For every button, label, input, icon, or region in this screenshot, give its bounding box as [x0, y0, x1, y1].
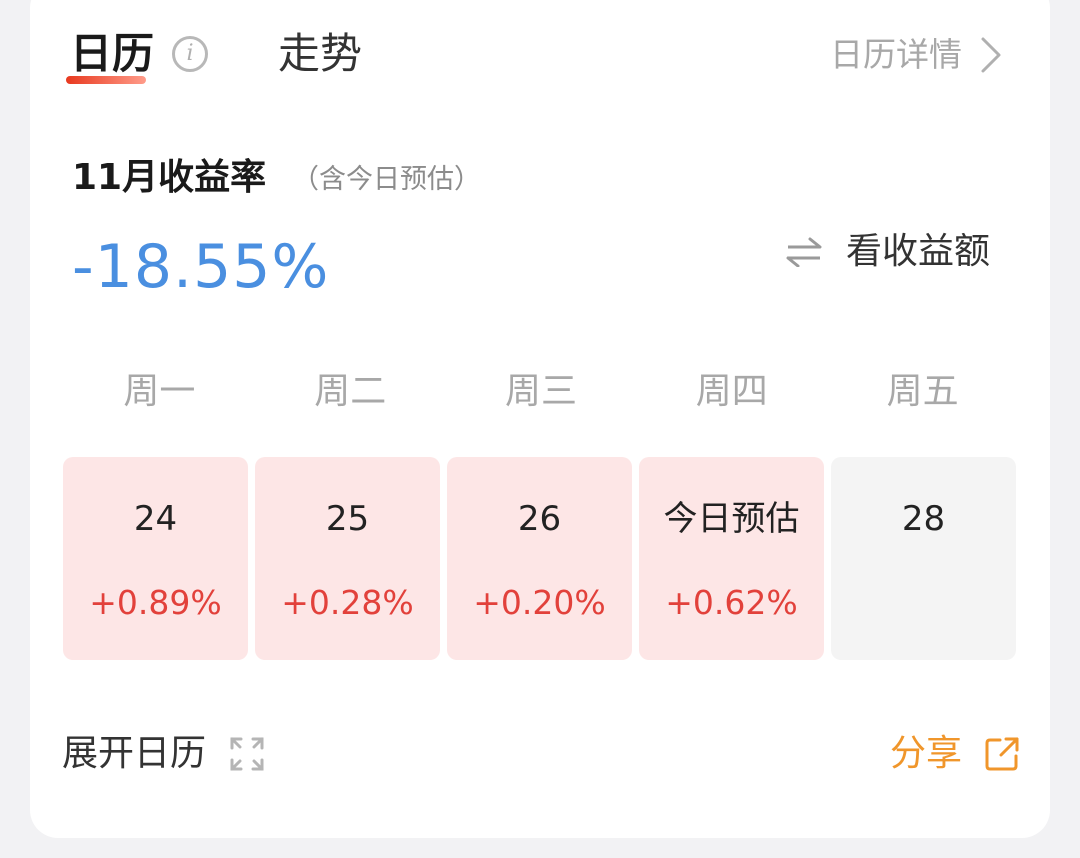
day-rate: +0.28% — [281, 583, 414, 622]
share-button[interactable]: 分享 — [890, 732, 1020, 776]
share-label: 分享 — [889, 733, 962, 774]
info-icon[interactable]: i — [172, 36, 208, 72]
tab-active-indicator — [66, 76, 146, 84]
day-cell-today[interactable]: 今日预估 +0.62% — [639, 457, 824, 660]
weekday-label: 周三 — [504, 371, 577, 412]
day-cell[interactable]: 28 — [831, 457, 1016, 660]
month-return-subtitle: （含今日预估） — [292, 164, 481, 195]
day-label: 25 — [325, 499, 370, 539]
day-label: 26 — [517, 499, 562, 539]
calendar-detail-label: 日历详情 — [830, 35, 962, 74]
weekday-label: 周二 — [314, 371, 387, 412]
tab-calendar[interactable]: 日历 — [70, 28, 154, 80]
day-label: 今日预估 — [663, 499, 800, 539]
switch-to-amount-label: 看收益额 — [845, 231, 990, 272]
tab-trend[interactable]: 走势 — [278, 28, 362, 80]
day-cell[interactable]: 25 +0.28% — [255, 457, 440, 660]
calendar-card: 日历 i 走势 日历详情 11月收益率 （含今日预估） -18.55% 看收益额… — [30, 0, 1050, 838]
day-label: 24 — [133, 499, 178, 539]
weekday-label: 周一 — [123, 371, 196, 412]
day-label: 28 — [901, 499, 946, 539]
swap-arrows-icon — [786, 237, 822, 267]
weekday-label: 周五 — [886, 371, 959, 412]
weekday-header: 周一 周二 周三 周四 周五 — [64, 370, 1018, 414]
calendar-detail-link[interactable]: 日历详情 — [830, 34, 1002, 76]
weekday-label: 周四 — [695, 371, 768, 412]
day-cells: 24 +0.89% 25 +0.28% 26 +0.20% 今日预估 +0.62… — [63, 457, 1016, 660]
chevron-right-icon — [981, 37, 1001, 73]
month-return-title: 11月收益率 — [72, 157, 267, 198]
expand-calendar-label: 展开日历 — [62, 733, 207, 774]
day-rate: +0.89% — [89, 583, 222, 622]
switch-to-amount-button[interactable]: 看收益额 — [786, 230, 990, 274]
expand-icon — [230, 737, 264, 771]
day-rate: +0.20% — [473, 583, 606, 622]
expand-calendar-button[interactable]: 展开日历 — [62, 732, 264, 776]
month-return-rate: -18.55% — [72, 232, 330, 302]
day-rate: +0.62% — [665, 583, 798, 622]
day-cell[interactable]: 24 +0.89% — [63, 457, 248, 660]
day-cell[interactable]: 26 +0.20% — [447, 457, 632, 660]
share-icon — [985, 737, 1019, 771]
